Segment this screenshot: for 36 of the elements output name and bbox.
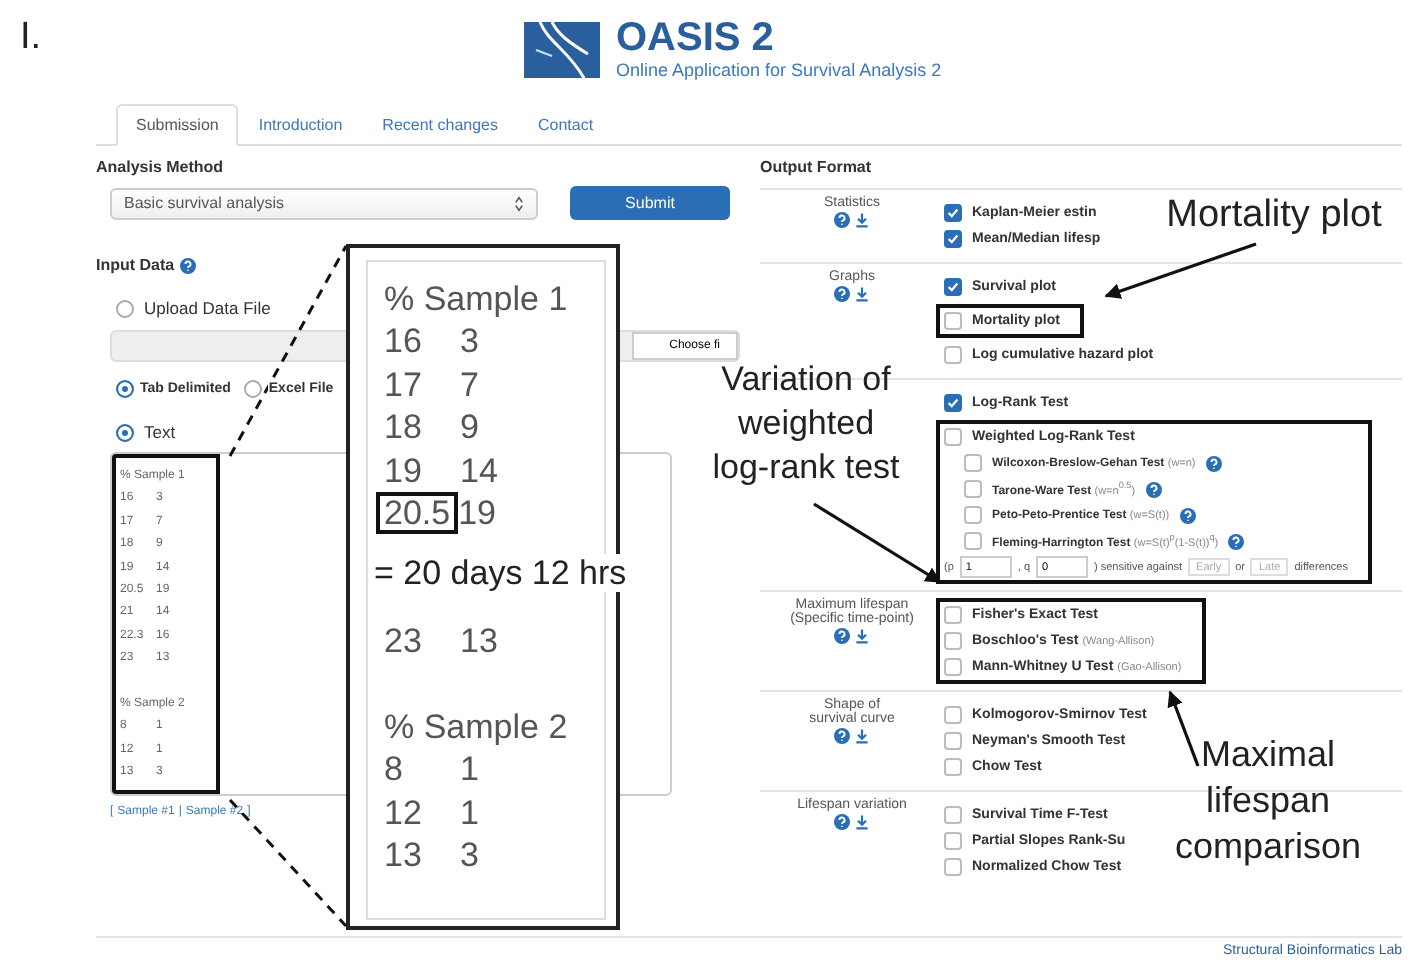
annotation-text: comparison: [1174, 826, 1362, 867]
magnified-value: 20.5: [376, 491, 459, 535]
magnified-line: % Sample 1: [384, 278, 570, 321]
magnified-value: 12: [382, 791, 424, 835]
app-title: OASIS 2: [616, 18, 776, 60]
figure-label: I.: [20, 16, 42, 60]
magnified-value: 3: [458, 320, 481, 364]
radio-label: Upload Data File: [144, 298, 271, 318]
annotation-text: = 20 days 12 hrs: [374, 554, 627, 592]
magnified-value: 14: [458, 449, 500, 492]
section-heading: Output Format: [760, 158, 874, 176]
magnified-value: 16: [382, 320, 424, 364]
magnified-value: 3: [458, 834, 481, 877]
magnified-value: 1: [458, 748, 481, 792]
annotation-text: Variation of: [721, 360, 891, 398]
section-heading: Analysis Method: [96, 158, 226, 176]
magnified-line: % Sample 2: [384, 705, 570, 749]
magnified-value: 19: [456, 491, 499, 535]
annotation-text: Mortality plot: [1166, 194, 1382, 236]
magnified-value: 18: [382, 406, 424, 450]
annotation-text: weighted: [737, 403, 875, 442]
annotation-text: Maximal: [1200, 734, 1335, 774]
magnified-value: 1: [458, 791, 481, 835]
magnified-value: 9: [458, 406, 481, 450]
annotation-text: lifespan: [1205, 780, 1331, 821]
magnified-value: 13: [382, 834, 424, 877]
magnified-value: 13: [458, 620, 500, 664]
section-heading: Input Data: [96, 256, 175, 274]
magnified-value: 7: [458, 363, 481, 407]
annotation-text: log-rank test: [712, 447, 900, 485]
magnified-value: 17: [382, 363, 424, 407]
magnified-value: 23: [382, 620, 424, 664]
magnified-value: 8: [382, 748, 405, 792]
radio-label: Text: [144, 422, 176, 442]
magnified-value: 19: [382, 449, 424, 492]
app-subtitle: Online Application for Survival Analysis 2: [616, 60, 942, 80]
